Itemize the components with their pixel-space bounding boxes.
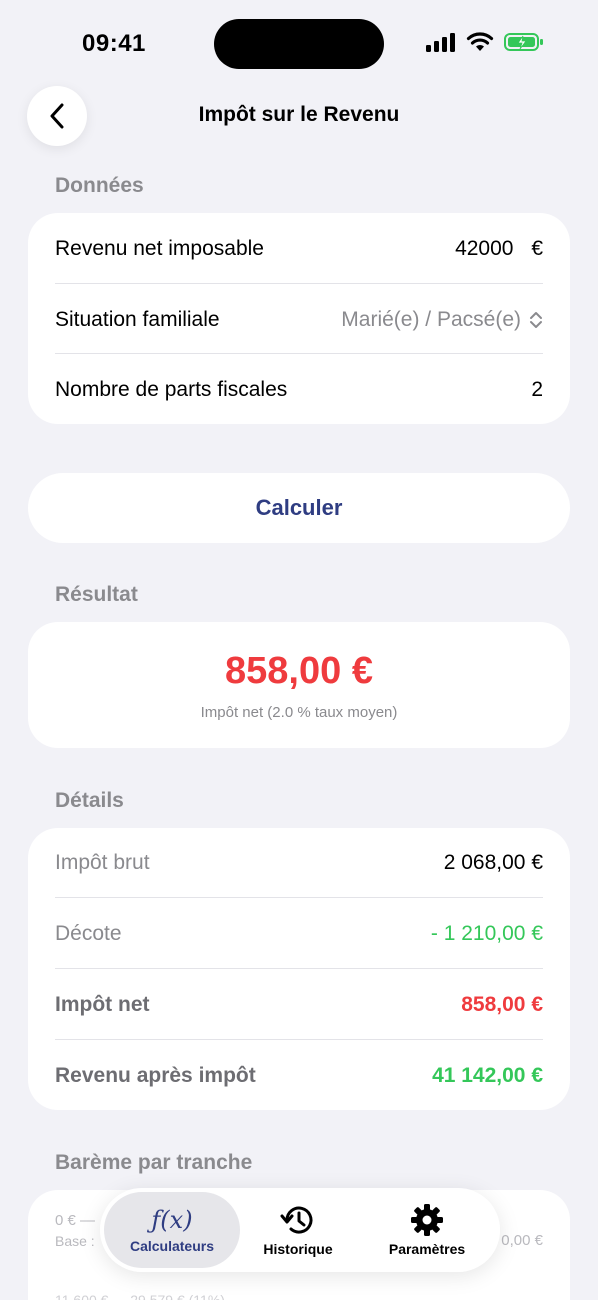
- chevron-up-down-icon: [530, 312, 542, 328]
- parts-row[interactable]: Nombre de parts fiscales 2: [55, 372, 543, 408]
- section-header-resultat: Résultat: [55, 583, 138, 606]
- detail-row-decote: Décote - 1 210,00 €: [55, 916, 543, 952]
- status-time: 09:41: [82, 30, 146, 57]
- status-icons: [426, 32, 544, 52]
- section-header-donnees: Données: [55, 174, 144, 197]
- wifi-icon: [466, 32, 494, 51]
- calculer-button[interactable]: Calculer: [28, 473, 570, 543]
- bareme-next-range: 11 600 € — 29 579 € (11%): [55, 1292, 225, 1300]
- history-icon: [280, 1206, 313, 1234]
- gear-icon: [411, 1204, 443, 1236]
- detail-value: - 1 210,00 €: [430, 922, 543, 945]
- detail-row-revenu-apres: Revenu après impôt 41 142,00 €: [55, 1058, 543, 1094]
- parts-label: Nombre de parts fiscales: [55, 378, 288, 401]
- revenu-unit: €: [531, 237, 543, 260]
- inputs-card: Revenu net imposable 42000 € Situation f…: [28, 213, 570, 424]
- divider: [55, 897, 543, 898]
- revenu-row[interactable]: Revenu net imposable 42000 €: [55, 231, 543, 267]
- result-amount: 858,00 €: [225, 650, 373, 692]
- details-card: Impôt brut 2 068,00 € Décote - 1 210,00 …: [28, 828, 570, 1110]
- tab-parametres[interactable]: Paramètres: [364, 1192, 490, 1268]
- divider: [55, 1039, 543, 1040]
- revenu-input[interactable]: 42000 €: [455, 237, 543, 261]
- detail-label: Revenu après impôt: [55, 1064, 256, 1087]
- detail-value: 2 068,00 €: [443, 851, 543, 874]
- detail-row-impot-brut: Impôt brut 2 068,00 €: [55, 845, 543, 881]
- revenu-value: 42000: [455, 237, 514, 260]
- detail-value: 41 142,00 €: [432, 1064, 543, 1087]
- tab-label: Calculateurs: [129, 1238, 215, 1254]
- situation-row[interactable]: Situation familiale Marié(e) / Pacsé(e): [55, 302, 543, 338]
- dynamic-island: [214, 19, 384, 69]
- function-icon: ƒ(x): [151, 1206, 193, 1234]
- result-subtitle: Impôt net (2.0 % taux moyen): [200, 704, 398, 721]
- detail-label: Impôt net: [55, 993, 150, 1016]
- divider: [55, 353, 543, 354]
- detail-label: Décote: [55, 922, 122, 945]
- tab-historique[interactable]: Historique: [240, 1192, 356, 1268]
- situation-value: Marié(e) / Pacsé(e): [341, 308, 521, 331]
- detail-label: Impôt brut: [55, 851, 150, 874]
- revenu-label: Revenu net imposable: [55, 237, 264, 260]
- signal-icon: [426, 33, 455, 52]
- page-title: Impôt sur le Revenu: [198, 103, 400, 126]
- section-header-details: Détails: [55, 789, 124, 812]
- tab-label: Historique: [263, 1241, 333, 1257]
- detail-value: 858,00 €: [461, 993, 543, 1016]
- result-card: 858,00 € Impôt net (2.0 % taux moyen): [28, 622, 570, 748]
- status-bar: 09:41: [0, 0, 598, 88]
- bareme-range: 0 € —: [55, 1212, 96, 1229]
- tab-bar: ƒ(x) Calculateurs Historique Paramètres: [100, 1188, 500, 1272]
- detail-row-impot-net: Impôt net 858,00 €: [55, 987, 543, 1023]
- divider: [55, 968, 543, 969]
- tab-calculateurs[interactable]: ƒ(x) Calculateurs: [104, 1192, 240, 1268]
- situation-picker[interactable]: Marié(e) / Pacsé(e): [341, 308, 543, 332]
- tab-label: Paramètres: [388, 1241, 466, 1257]
- situation-label: Situation familiale: [55, 308, 220, 331]
- divider: [55, 283, 543, 284]
- bareme-base: Base :: [55, 1233, 95, 1249]
- bareme-value: 0,00 €: [501, 1232, 543, 1249]
- section-header-bareme: Barème par tranche: [55, 1151, 253, 1174]
- parts-value[interactable]: 2: [531, 378, 543, 402]
- battery-icon: [504, 33, 543, 51]
